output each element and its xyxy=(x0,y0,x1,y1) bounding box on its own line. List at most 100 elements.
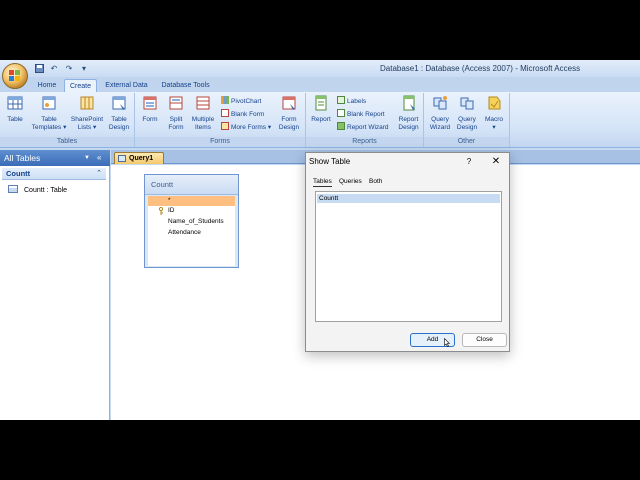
split-form-icon xyxy=(169,96,183,110)
help-icon[interactable]: ? xyxy=(463,153,475,171)
field-row[interactable]: Attendance xyxy=(148,228,235,238)
multiple-items-label-2: Items xyxy=(195,124,211,131)
office-logo-icon xyxy=(9,70,21,82)
close-icon[interactable]: ✕ xyxy=(489,153,503,171)
report-design-button[interactable]: Report Design xyxy=(395,95,422,132)
show-table-dialog: Show Table ? ✕ Tables Queries Both Count… xyxy=(305,152,510,352)
nav-group-countt[interactable]: Countt ⌃ xyxy=(2,168,106,180)
ribbon: Table Table Templates ▾ SharePoint Lists… xyxy=(0,92,640,148)
quick-access-toolbar: ↶ ↷ ▾ xyxy=(33,63,90,74)
report-wizard-button[interactable]: Report Wizard xyxy=(337,122,389,132)
tab-database-tools[interactable]: Database Tools xyxy=(157,79,214,92)
chevron-up-icon[interactable]: ⌃ xyxy=(96,168,102,180)
report-wizard-label: Report Wizard xyxy=(347,124,389,131)
blank-form-label: Blank Form xyxy=(231,111,265,118)
split-form-button[interactable]: Split Form xyxy=(164,95,188,132)
query1-tab-label: Query1 xyxy=(129,155,154,162)
report-design-label-2: Design xyxy=(398,124,419,131)
ribbon-tab-bar: Home Create External Data Database Tools xyxy=(0,77,640,92)
tab-external-data[interactable]: External Data xyxy=(101,79,152,92)
report-button[interactable]: Report xyxy=(309,95,333,124)
more-forms-button[interactable]: More Forms ▾ xyxy=(221,122,271,132)
nav-pane: Countt ⌃ Countt : Table xyxy=(0,166,110,420)
multiple-items-button[interactable]: Multiple Items xyxy=(189,95,217,132)
query-wizard-label-1: Query xyxy=(431,116,449,123)
close-button[interactable]: Close xyxy=(462,333,507,347)
form-label: Form xyxy=(142,116,158,123)
form-design-label-2: Design xyxy=(278,124,300,131)
form-design-button[interactable]: Form Design xyxy=(275,95,303,132)
split-form-label-2: Form xyxy=(168,124,184,131)
table-templates-label-2: Templates xyxy=(31,124,62,131)
multiple-items-icon xyxy=(196,96,210,110)
nav-dropdown-icon[interactable]: ▼ xyxy=(84,150,90,166)
macro-button[interactable]: Macro ▾ xyxy=(481,95,507,132)
table-templates-label-1: Table xyxy=(41,116,57,123)
field-row[interactable]: ID xyxy=(148,206,235,216)
nav-group-label: Countt xyxy=(6,169,31,178)
field-list-title[interactable]: Countt xyxy=(145,175,238,195)
query-design-icon xyxy=(460,97,474,110)
dialog-title: Show Table xyxy=(306,153,509,171)
field-row[interactable]: Name_of_Students xyxy=(148,217,235,227)
list-item[interactable]: Countt xyxy=(317,194,500,203)
more-forms-icon xyxy=(221,122,229,130)
table-icon xyxy=(7,96,23,110)
sharepoint-lists-icon xyxy=(80,96,94,110)
sharepoint-label-1: SharePoint xyxy=(70,116,104,123)
sharepoint-lists-button[interactable]: SharePoint Lists ▾ xyxy=(69,95,105,132)
nav-item-label: Countt : Table xyxy=(24,187,68,194)
labels-icon xyxy=(337,96,345,104)
table-icon xyxy=(8,185,18,193)
query-wizard-icon xyxy=(433,96,447,110)
report-label: Report xyxy=(311,116,331,123)
undo-icon[interactable]: ↶ xyxy=(48,64,60,74)
form-button[interactable]: Form xyxy=(139,95,161,124)
field-list-countt[interactable]: Countt * ID Name_of_Students Attendance xyxy=(144,174,239,268)
title-bar: ↶ ↷ ▾ Database1 : Database (Access 2007)… xyxy=(0,60,640,77)
pivotchart-icon xyxy=(221,96,229,104)
tab-home[interactable]: Home xyxy=(33,79,61,92)
office-button[interactable] xyxy=(2,63,28,89)
table-design-label-1: Table xyxy=(111,116,127,123)
blank-form-button[interactable]: Blank Form xyxy=(221,109,264,119)
nav-item-countt-table[interactable]: Countt : Table xyxy=(8,185,67,196)
form-design-icon xyxy=(282,96,296,110)
query-wizard-button[interactable]: Query Wizard xyxy=(427,95,453,132)
redo-icon[interactable]: ↷ xyxy=(63,64,75,74)
query-design-button[interactable]: Query Design xyxy=(454,95,480,132)
tab-query1[interactable]: Query1 xyxy=(114,152,164,164)
reports-group-label: Reports xyxy=(306,137,423,146)
tab-queries[interactable]: Queries xyxy=(339,176,362,187)
field-label: ID xyxy=(168,207,175,214)
field-row[interactable]: * xyxy=(148,196,235,206)
more-forms-label: More Forms xyxy=(231,124,267,131)
tab-both[interactable]: Both xyxy=(369,176,382,187)
query-design-label-2: Design xyxy=(456,124,478,131)
field-list-body: * ID Name_of_Students Attendance xyxy=(148,196,235,266)
forms-group-label: Forms xyxy=(135,137,305,146)
other-group-label: Other xyxy=(424,137,509,146)
form-icon xyxy=(143,96,157,110)
table-label: Table xyxy=(7,116,23,123)
multiple-items-label-1: Multiple xyxy=(191,116,215,123)
save-icon[interactable] xyxy=(33,64,45,74)
blank-report-icon xyxy=(337,109,345,117)
table-design-button[interactable]: Table Design xyxy=(106,95,132,132)
table-templates-button[interactable]: Table Templates ▾ xyxy=(30,95,68,132)
nav-pane-header[interactable]: All Tables ▼ « xyxy=(0,150,110,166)
customize-icon[interactable]: ▾ xyxy=(78,64,90,74)
tab-create[interactable]: Create xyxy=(64,79,97,92)
mouse-cursor-icon xyxy=(444,338,450,347)
tab-tables[interactable]: Tables xyxy=(313,176,332,187)
table-button[interactable]: Table xyxy=(3,95,27,124)
pivotchart-button[interactable]: PivotChart xyxy=(221,96,261,106)
nav-collapse-icon[interactable]: « xyxy=(97,150,101,166)
labels-button[interactable]: Labels xyxy=(337,96,366,106)
table-design-icon xyxy=(112,96,126,110)
blank-report-button[interactable]: Blank Report xyxy=(337,109,385,119)
macro-icon xyxy=(488,96,501,110)
tables-list[interactable]: Countt xyxy=(315,191,502,322)
blank-report-label: Blank Report xyxy=(347,111,385,118)
query-icon xyxy=(118,155,126,162)
